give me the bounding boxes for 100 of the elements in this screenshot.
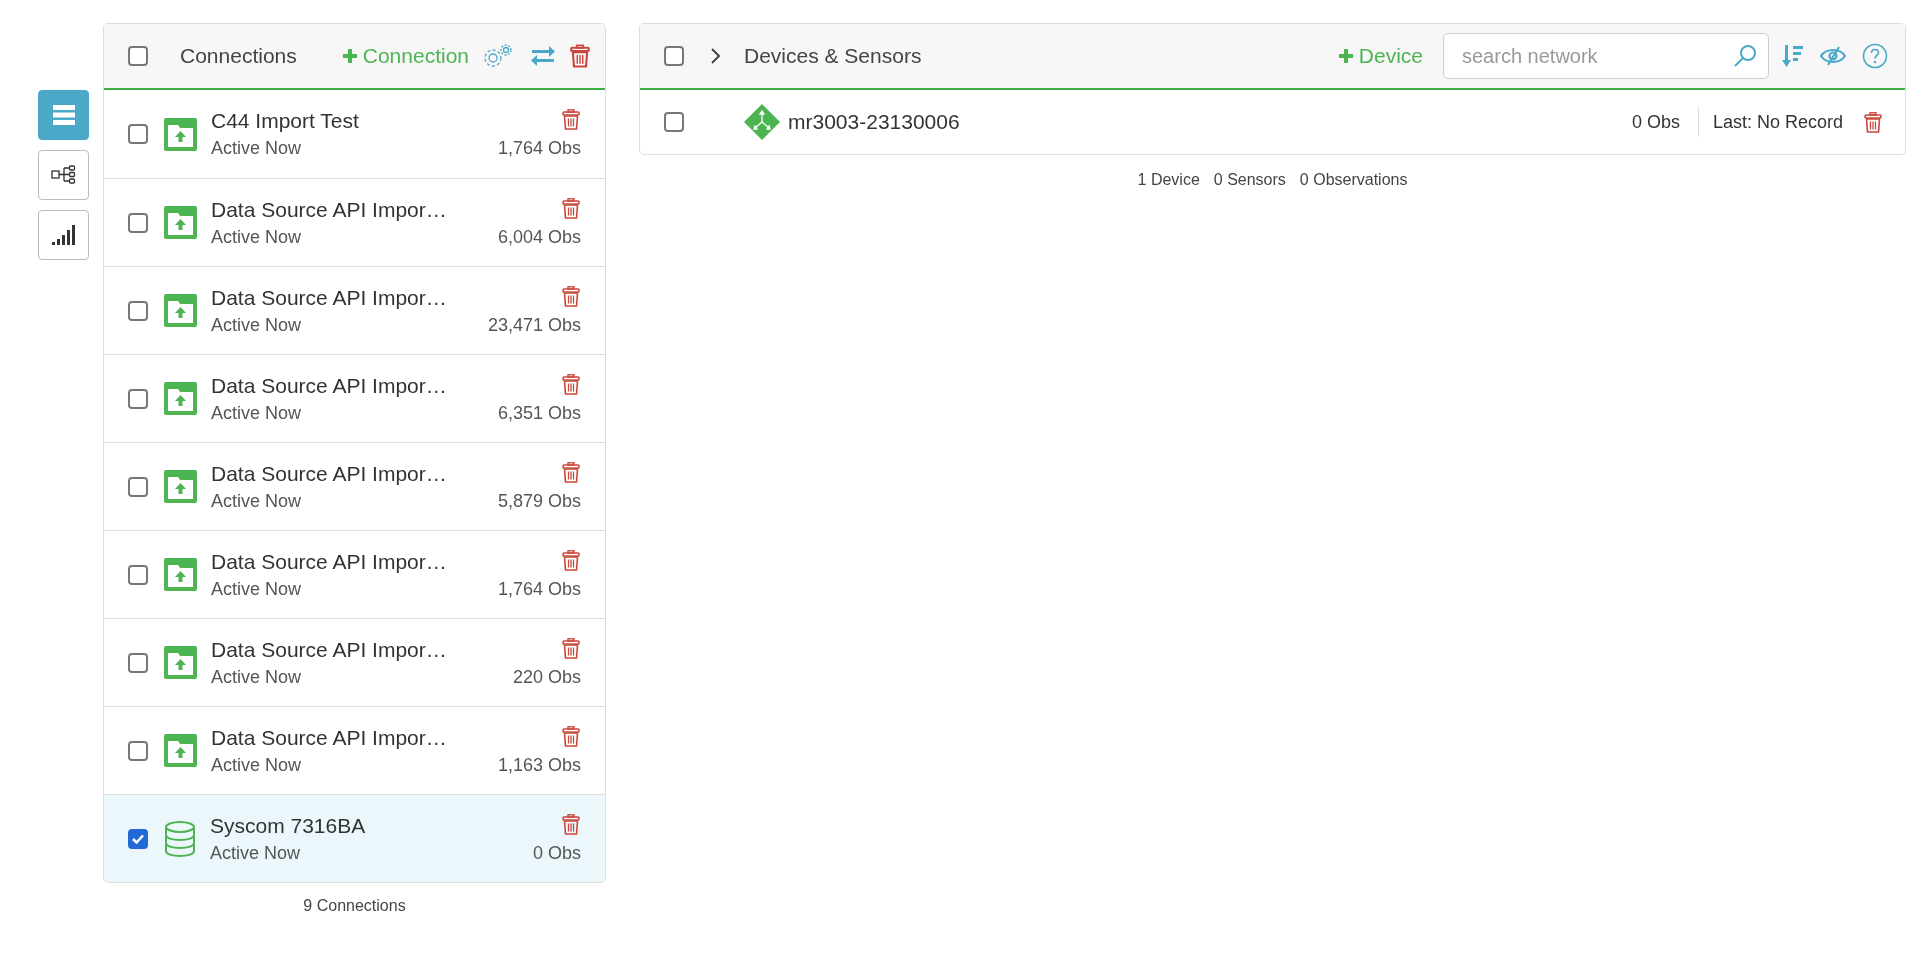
list-icon: [52, 105, 75, 125]
search-icon: [1733, 44, 1757, 68]
help-icon: [1862, 43, 1888, 69]
connection-name: Data Source API Impor…: [211, 637, 448, 662]
device-icon: [744, 104, 780, 140]
delete-button[interactable]: [561, 285, 581, 307]
delete-button[interactable]: [561, 637, 581, 659]
checkbox[interactable]: [128, 476, 148, 497]
checkbox[interactable]: [128, 388, 148, 409]
eye-slash-icon: [1820, 46, 1846, 66]
trash-icon: [561, 109, 581, 130]
connection-status: Active Now: [211, 666, 303, 688]
checkbox[interactable]: [128, 652, 148, 673]
swap-arrows-icon: [530, 45, 556, 67]
delete-button[interactable]: [561, 725, 581, 747]
connection-status: Active Now: [211, 402, 303, 424]
device-name: mr3003-23130006: [788, 110, 961, 134]
delete-button[interactable]: [569, 44, 591, 68]
connection-status: Active Now: [210, 842, 302, 864]
trash-icon: [561, 813, 581, 835]
delete-button[interactable]: [561, 109, 581, 130]
connection-name: Data Source API Impor…: [211, 461, 448, 486]
upload-folder-icon: [164, 117, 197, 151]
checkbox[interactable]: [128, 212, 148, 233]
last-record: Last: No Record: [1712, 111, 1843, 133]
delete-button[interactable]: [561, 461, 581, 483]
trash-icon: [561, 285, 581, 307]
checkbox[interactable]: [128, 740, 148, 761]
panel-title: Devices & Sensors: [744, 44, 922, 68]
select-all-checkbox[interactable]: [128, 46, 148, 66]
connection-status: Active Now: [211, 138, 303, 159]
upload-folder-icon: [164, 558, 197, 591]
summary-count: 1 Device: [1137, 171, 1200, 189]
add-device-button[interactable]: Device: [1337, 44, 1423, 68]
observation-count: 220 Obs: [512, 666, 581, 688]
observation-count: 5,879 Obs: [497, 490, 581, 512]
connection-status: Active Now: [211, 754, 303, 776]
check-icon: [132, 833, 144, 844]
delete-button[interactable]: [561, 197, 581, 219]
visibility-button[interactable]: [1817, 46, 1849, 66]
connection-name: Data Source API Impor…: [211, 197, 448, 222]
add-connection-button[interactable]: Connection: [341, 44, 469, 68]
connection-name: C44 Import Test: [211, 109, 360, 133]
trash-icon: [1863, 111, 1883, 133]
panel-title: Connections: [180, 44, 297, 68]
checkbox[interactable]: [128, 300, 148, 321]
observation-count: 1,163 Obs: [497, 754, 581, 776]
trash-icon: [569, 44, 591, 68]
hierarchy-icon: [50, 165, 77, 185]
summary-count: 0 Sensors: [1213, 171, 1286, 189]
connection-status: Active Now: [211, 226, 303, 248]
checkbox[interactable]: [664, 112, 684, 132]
trash-icon: [561, 637, 581, 659]
view-tab[interactable]: [38, 210, 89, 260]
delete-button[interactable]: [1863, 111, 1883, 133]
settings-icon: [482, 43, 514, 69]
delete-button[interactable]: [561, 549, 581, 571]
chevron-right-icon: [710, 47, 722, 65]
checkbox[interactable]: [128, 828, 148, 849]
connection-count: 9 Connections: [302, 897, 407, 915]
connection-name: Syscom 7316BA: [210, 813, 367, 838]
observation-count: 1,764 Obs: [497, 578, 581, 600]
trash-icon: [561, 461, 581, 483]
connection-name: Data Source API Impor…: [211, 285, 448, 310]
connection-status: Active Now: [211, 490, 303, 512]
delete-button[interactable]: [561, 813, 581, 835]
database-icon: [164, 820, 196, 857]
trash-icon: [561, 549, 581, 571]
signal-bars-icon: [51, 225, 76, 245]
upload-folder-icon: [164, 646, 197, 679]
plus-icon: [1337, 48, 1354, 64]
connection-status: Active Now: [211, 578, 303, 600]
observation-count: 0 Obs: [532, 842, 581, 864]
search-field[interactable]: search network: [1443, 33, 1769, 79]
connection-name: Data Source API Impor…: [211, 725, 448, 750]
upload-folder-icon: [164, 470, 197, 503]
connection-name: Data Source API Impor…: [211, 373, 448, 398]
observation-count: 0 Obs: [1631, 107, 1699, 137]
checkbox[interactable]: [128, 564, 148, 585]
trash-icon: [561, 197, 581, 219]
trash-icon: [561, 373, 581, 395]
select-all-checkbox[interactable]: [664, 46, 684, 66]
delete-button[interactable]: [561, 373, 581, 395]
trash-icon: [561, 725, 581, 747]
checkbox[interactable]: [128, 124, 148, 144]
observation-count: 23,471 Obs: [487, 314, 581, 336]
summary-count: 0 Observations: [1299, 171, 1408, 189]
observation-count: 1,764 Obs: [497, 138, 581, 159]
upload-folder-icon: [164, 294, 197, 327]
sort-icon: [1782, 44, 1804, 68]
observation-count: 6,351 Obs: [497, 402, 581, 424]
connection-status: Active Now: [211, 314, 303, 336]
upload-folder-icon: [164, 206, 197, 239]
upload-folder-icon: [164, 734, 197, 767]
connection-name: Data Source API Impor…: [211, 549, 448, 574]
connection-row[interactable]: Syscom 7316BA Active Now 0 Obs: [104, 794, 605, 882]
view-tab[interactable]: [38, 150, 89, 200]
upload-folder-icon: [164, 382, 197, 415]
observation-count: 6,004 Obs: [497, 226, 581, 248]
plus-icon: [341, 48, 358, 64]
